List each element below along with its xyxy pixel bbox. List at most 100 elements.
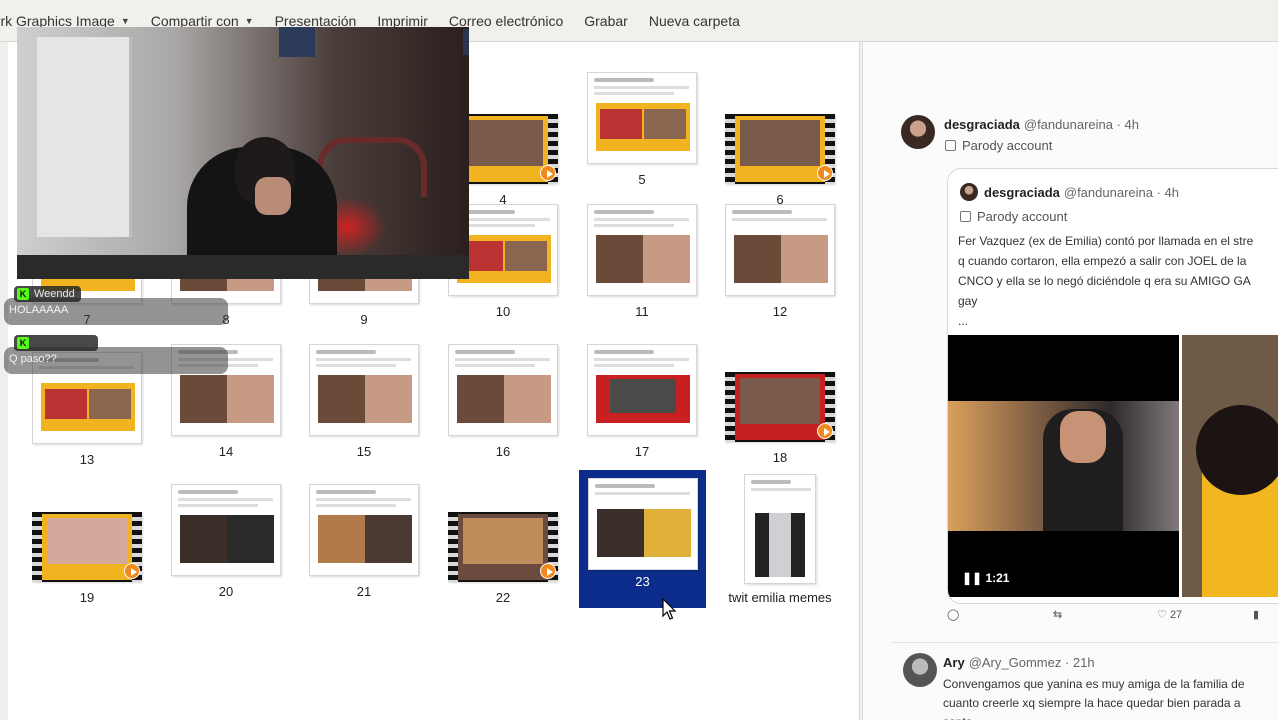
play-icon bbox=[124, 563, 140, 579]
image-thumbnail bbox=[171, 484, 281, 576]
mouse-cursor-icon bbox=[662, 598, 677, 620]
text-line: cuanto creerle xq siempre la hace quedar… bbox=[943, 696, 1241, 710]
file-name: 10 bbox=[495, 304, 511, 319]
author-handle: @fandunareina · 4h bbox=[1063, 185, 1179, 200]
file-name: 13 bbox=[79, 452, 95, 467]
text-line: Convengamos que yanina es muy amiga de l… bbox=[943, 677, 1245, 691]
file-thumbnail[interactable]: 17 bbox=[577, 344, 707, 484]
toolbar-burn-button[interactable]: Grabar bbox=[584, 13, 628, 29]
file-name: 12 bbox=[772, 304, 788, 319]
parody-label-text: Parody account bbox=[977, 209, 1068, 224]
webcam-overlay bbox=[17, 27, 469, 279]
video-time-text: 1:21 bbox=[985, 571, 1010, 585]
image-thumbnail bbox=[587, 204, 697, 296]
text-line: santa bbox=[943, 713, 1245, 720]
file-name: 17 bbox=[634, 444, 650, 459]
views-icon[interactable]: ▮ bbox=[1253, 608, 1259, 621]
file-name: 18 bbox=[772, 450, 788, 465]
pause-icon: ❚❚ bbox=[962, 571, 986, 585]
file-name: 21 bbox=[356, 584, 372, 599]
text-line: Fer Vazquez (ex de Emilia) contó por lla… bbox=[958, 234, 1254, 248]
author-name: desgraciada bbox=[984, 185, 1060, 200]
file-name: 22 bbox=[495, 590, 511, 605]
parody-label: Parody account bbox=[960, 209, 1067, 224]
chat-username-badge: K bbox=[14, 335, 98, 351]
kick-logo-icon: K bbox=[17, 337, 29, 349]
image-thumbnail bbox=[309, 484, 419, 576]
tweet-author[interactable]: desgraciada @fandunareina · 4h bbox=[944, 117, 1139, 132]
reply-icon[interactable]: ◯ bbox=[947, 608, 959, 621]
file-thumbnail[interactable]: 19 bbox=[22, 512, 152, 652]
image-thumbnail bbox=[587, 478, 698, 570]
file-thumbnail[interactable]: 12 bbox=[715, 204, 845, 344]
toolbar-item-label: Nueva carpeta bbox=[648, 12, 740, 29]
heart-icon: ♡ bbox=[1157, 609, 1167, 621]
video-thumbnail-image bbox=[725, 372, 835, 442]
quoted-tweet[interactable]: desgraciada @fandunareina · 4h Parody acc… bbox=[947, 168, 1278, 604]
kick-logo-icon: K bbox=[17, 288, 29, 300]
play-icon bbox=[817, 423, 833, 439]
text-line: ... bbox=[958, 314, 969, 328]
chat-message: K Q paso?? bbox=[4, 335, 228, 374]
parody-mask-icon bbox=[945, 140, 956, 151]
screen: rork Graphics Image ▼ Compartir con ▼ Pr… bbox=[0, 0, 1278, 720]
parody-mask-icon bbox=[960, 211, 971, 222]
chevron-down-icon: ▼ bbox=[120, 15, 130, 26]
tweet-image[interactable] bbox=[1182, 335, 1278, 597]
avatar bbox=[960, 183, 978, 201]
image-thumbnail bbox=[587, 344, 697, 436]
chat-message-text: Q paso?? bbox=[9, 353, 57, 365]
twitter-pane: desgraciada @fandunareina · 4h Parody acc… bbox=[862, 42, 1278, 720]
file-thumbnail[interactable]: 20 bbox=[161, 484, 291, 624]
reply-text: Convengamos que yanina es muy amiga de l… bbox=[943, 675, 1245, 720]
retweet-icon[interactable]: ⇆ bbox=[1053, 608, 1062, 621]
chat-message-text: HOLAAAAA bbox=[9, 304, 69, 316]
play-icon bbox=[540, 165, 556, 181]
file-name: 5 bbox=[638, 172, 646, 187]
text-line: gay bbox=[958, 294, 978, 308]
play-icon bbox=[817, 165, 833, 181]
toolbar-new-folder-button[interactable]: Nueva carpeta bbox=[649, 13, 740, 29]
quoted-author: desgraciada @fandunareina · 4h bbox=[984, 185, 1179, 200]
file-thumbnail-selected[interactable]: 23 bbox=[579, 470, 706, 608]
author-name: desgraciada bbox=[944, 117, 1020, 132]
reply-author: Ary @Ary_Gommez · 21h bbox=[943, 655, 1095, 670]
quoted-tweet-text: Fer Vazquez (ex de Emilia) contó por lla… bbox=[958, 231, 1278, 331]
file-thumbnail[interactable]: 15 bbox=[299, 344, 429, 484]
text-line: CNCO y ella se lo negó diciéndole q era … bbox=[958, 274, 1251, 288]
file-thumbnail[interactable]: 21 bbox=[299, 484, 429, 624]
file-name: 19 bbox=[79, 590, 95, 605]
tweet-video[interactable]: ❚❚ 1:21 bbox=[948, 335, 1179, 597]
like-button[interactable]: ♡ 27 bbox=[1157, 608, 1182, 621]
file-thumbnail[interactable]: twit emilia memes bbox=[715, 474, 845, 614]
image-thumbnail bbox=[587, 72, 697, 164]
file-name: 14 bbox=[218, 444, 234, 459]
video-thumbnail-image bbox=[448, 512, 558, 582]
file-name: 16 bbox=[495, 444, 511, 459]
chat-username-badge: K Weendd bbox=[14, 286, 81, 302]
file-thumbnail[interactable]: 11 bbox=[577, 204, 707, 344]
file-thumbnail[interactable]: 22 bbox=[438, 512, 568, 652]
play-icon bbox=[540, 563, 556, 579]
chevron-down-icon: ▼ bbox=[244, 15, 254, 26]
file-thumbnail[interactable]: 5 bbox=[577, 72, 707, 212]
image-thumbnail bbox=[725, 204, 835, 296]
file-name: 15 bbox=[356, 444, 372, 459]
file-thumbnail[interactable]: 16 bbox=[438, 344, 568, 484]
toolbar-item-label: Grabar bbox=[584, 12, 628, 29]
image-thumbnail bbox=[744, 474, 816, 584]
reply-tweet[interactable]: Ary @Ary_Gommez · 21h Convengamos que yan… bbox=[891, 642, 1278, 720]
text-line: q cuando cortaron, ella empezó a salir c… bbox=[958, 254, 1247, 268]
parody-label-text: Parody account bbox=[962, 138, 1053, 153]
file-name: 23 bbox=[635, 574, 650, 589]
author-handle: @fandunareina · 4h bbox=[1023, 117, 1139, 132]
video-timer: ❚❚ 1:21 bbox=[962, 571, 1009, 585]
avatar[interactable] bbox=[901, 115, 935, 149]
chat-message: K Weendd HOLAAAAA bbox=[4, 286, 228, 325]
parody-label: Parody account bbox=[945, 138, 1052, 153]
image-thumbnail bbox=[309, 344, 419, 436]
file-name: 9 bbox=[360, 312, 368, 327]
file-name: twit emilia memes bbox=[728, 590, 832, 605]
file-name: 20 bbox=[218, 584, 234, 599]
avatar bbox=[903, 653, 937, 687]
